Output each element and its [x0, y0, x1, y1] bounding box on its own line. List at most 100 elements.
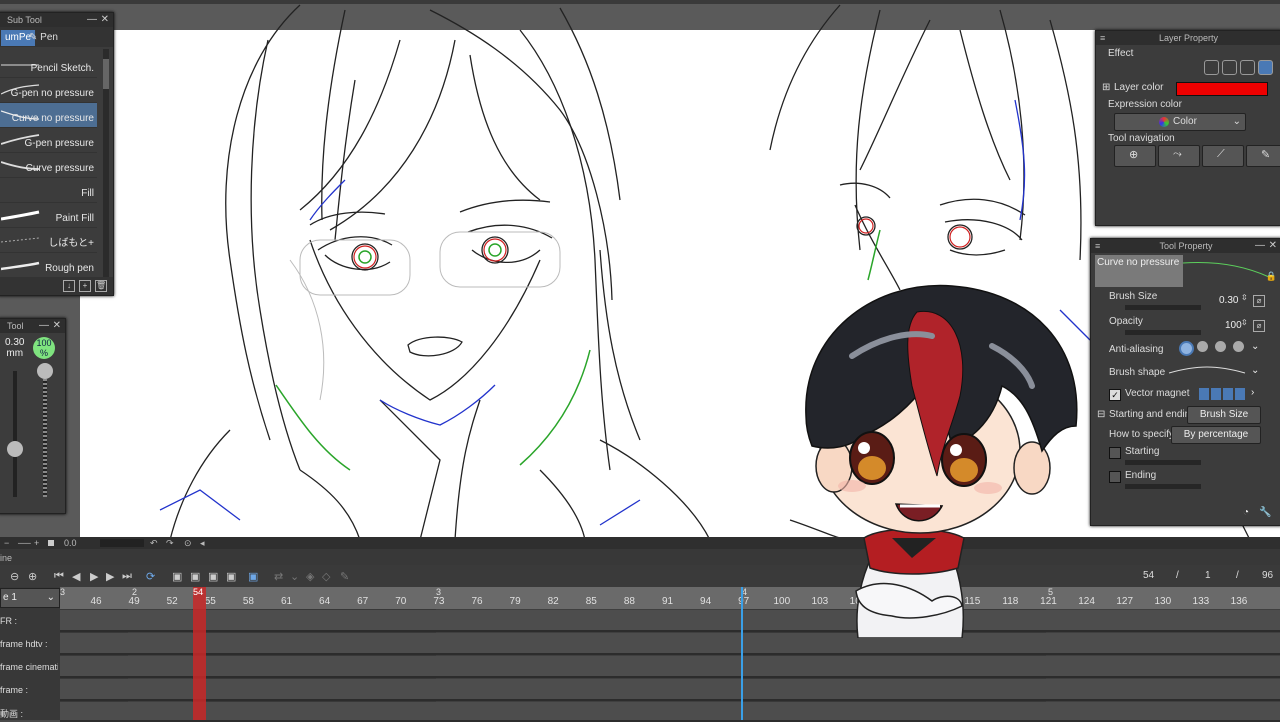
rotation-slider[interactable] — [100, 539, 144, 547]
subtool-item-gpen-no-pressure[interactable]: G-pen no pressure — [0, 78, 97, 103]
track-frame[interactable] — [60, 679, 1280, 701]
duplicate-icon[interactable]: + — [79, 280, 91, 292]
keyframe-add-icon[interactable]: ◈ — [306, 570, 314, 583]
rotate-left-icon[interactable]: ↶ — [150, 537, 158, 549]
minimize-icon[interactable]: — — [87, 13, 97, 27]
rotate-right-icon[interactable]: ↷ — [166, 537, 174, 549]
pressure-icon[interactable]: ⌀ — [1253, 295, 1265, 307]
how-to-specify-select[interactable]: By percentage — [1171, 426, 1261, 444]
nav-pen-button[interactable]: ✎ — [1246, 145, 1280, 167]
fit-icon[interactable] — [48, 540, 54, 546]
brush-size-slider-knob[interactable] — [7, 441, 23, 457]
subtool-scrollbar[interactable] — [103, 49, 109, 277]
track-douga[interactable] — [60, 702, 1280, 722]
anti-alias-weak[interactable] — [1197, 341, 1208, 352]
cel-options-icon[interactable]: ▣ — [226, 570, 236, 583]
frame-ruler[interactable]: 46 49 52 55 58 61 64 67 70 73 76 79 82 85 88 91 94 97 100 1… — [60, 587, 1280, 609]
zoom-out-icon[interactable]: − — [4, 537, 9, 549]
info-icon[interactable]: ◔ — [1243, 507, 1249, 518]
end-frame[interactable]: 96 — [1262, 570, 1273, 581]
last-frame-icon[interactable]: ⏭ — [122, 570, 132, 583]
ending-bar[interactable] — [1125, 484, 1201, 489]
vector-magnet-checkbox[interactable]: ✓ — [1109, 389, 1121, 401]
stepper-icon[interactable]: ⇳ — [1241, 293, 1248, 302]
playhead[interactable]: 54 — [193, 587, 206, 720]
zoom-in-icon[interactable]: ⊕ — [28, 570, 37, 583]
chevron-down-icon[interactable]: ⌄ — [1251, 365, 1259, 376]
collapse-icon[interactable]: ⊟ — [1097, 409, 1105, 420]
subtool-item-paint-fill[interactable]: Paint Fill — [0, 203, 97, 228]
subtool-item-fill[interactable]: Fill — [0, 178, 97, 203]
starting-bar[interactable] — [1125, 460, 1201, 465]
tone-icon[interactable] — [1240, 60, 1255, 75]
first-frame-icon[interactable]: ⏮ — [54, 570, 64, 583]
onion-skin-icon[interactable]: ▣ — [248, 570, 258, 583]
close-icon[interactable]: ✕ — [1269, 239, 1277, 253]
zoom-in-icon[interactable]: + — [34, 537, 39, 549]
anti-alias-strong[interactable] — [1233, 341, 1244, 352]
brush-shape-preview[interactable] — [1167, 363, 1247, 377]
opacity-bar[interactable] — [1125, 330, 1201, 335]
minimize-icon[interactable]: — — [1255, 239, 1265, 253]
subtool-item-shibamoto[interactable]: しばもと+ — [0, 228, 97, 253]
play-icon[interactable]: ▶ — [90, 570, 98, 583]
opacity-value[interactable]: 100 — [1225, 320, 1242, 331]
reset-rotation-icon[interactable]: ⊙ — [184, 537, 192, 549]
previous-frame-icon[interactable]: ◀ — [72, 570, 80, 583]
track-fr[interactable] — [60, 610, 1280, 632]
start-frame[interactable]: 1 — [1205, 570, 1211, 581]
end-frame-marker[interactable] — [741, 587, 743, 720]
opacity-slider[interactable] — [43, 371, 47, 497]
close-icon[interactable]: ✕ — [53, 319, 61, 333]
expand-icon[interactable]: ⊞ — [1102, 82, 1110, 93]
brush-size-bar[interactable] — [1125, 305, 1201, 310]
import-icon[interactable]: ↓ — [63, 280, 75, 292]
tab-pen[interactable]: ✎ Pen — [25, 30, 62, 46]
stepper-icon[interactable]: ⇳ — [1241, 318, 1248, 327]
zoom-slider[interactable]: ── — [18, 537, 31, 549]
chevron-down-icon[interactable]: ⌄ — [1251, 341, 1259, 352]
close-icon[interactable]: ✕ — [101, 13, 109, 27]
zoom-out-icon[interactable]: ⊖ — [10, 570, 19, 583]
nav-object-select-button[interactable]: ⊕ — [1114, 145, 1156, 167]
pressure-icon[interactable]: ⌀ — [1253, 320, 1265, 332]
subtool-item-rough-pen[interactable]: Rough pen — [0, 253, 97, 278]
ending-checkbox[interactable] — [1109, 471, 1121, 483]
loop-icon[interactable]: ⟳ — [146, 570, 155, 583]
lock-icon[interactable]: 🔒 — [1266, 271, 1277, 282]
layer-color-effect-icon[interactable] — [1258, 60, 1273, 75]
vector-magnet-strength[interactable] — [1199, 388, 1247, 400]
anti-alias-none[interactable] — [1179, 341, 1194, 356]
track-frame-hdtv[interactable] — [60, 633, 1280, 655]
keyframe-remove-icon[interactable]: ◇ — [322, 570, 330, 583]
wrench-icon[interactable]: 🔧 — [1259, 507, 1271, 518]
nav-correct-line-button[interactable]: ⤳ — [1158, 145, 1200, 167]
chevron-down-icon[interactable]: ⌄ — [290, 570, 299, 583]
scrollbar-thumb[interactable] — [103, 59, 109, 89]
brush-size-value[interactable]: 0.30 — [1219, 295, 1238, 306]
new-cel-icon[interactable]: ▣ — [172, 570, 182, 583]
layer-color-swatch[interactable] — [1176, 82, 1268, 96]
delete-cel-icon[interactable]: ▣ — [208, 570, 218, 583]
flip-icon[interactable]: ◂ — [200, 537, 205, 549]
trash-icon[interactable]: 🗑 — [95, 280, 107, 292]
chevron-right-icon[interactable]: › — [1251, 387, 1254, 398]
starting-checkbox[interactable] — [1109, 447, 1121, 459]
next-frame-icon[interactable]: ▶ — [106, 570, 114, 583]
subtool-item-curve-no-pressure[interactable]: Curve no pressure — [0, 103, 97, 128]
brush-size-slider[interactable] — [13, 371, 17, 497]
border-effect-icon[interactable] — [1204, 60, 1219, 75]
pen-icon[interactable]: ✎ — [340, 570, 349, 583]
track-frame-cinematic[interactable] — [60, 656, 1280, 678]
anti-alias-medium[interactable] — [1215, 341, 1226, 352]
specify-cel-icon[interactable]: ▣ — [190, 570, 200, 583]
expression-color-select[interactable]: Color ⌄ — [1114, 113, 1246, 131]
start-end-select[interactable]: Brush Size — [1187, 406, 1261, 424]
subtool-item-gpen-pressure[interactable]: G-pen pressure — [0, 128, 97, 153]
extract-line-icon[interactable] — [1222, 60, 1237, 75]
subtool-item-curve-pressure[interactable]: Curve pressure — [0, 153, 97, 178]
current-frame[interactable]: 54 — [1143, 570, 1154, 581]
opacity-slider-knob[interactable] — [37, 363, 53, 379]
minimize-icon[interactable]: — — [39, 319, 49, 333]
keyframe-icon[interactable]: ⇄ — [274, 570, 283, 583]
